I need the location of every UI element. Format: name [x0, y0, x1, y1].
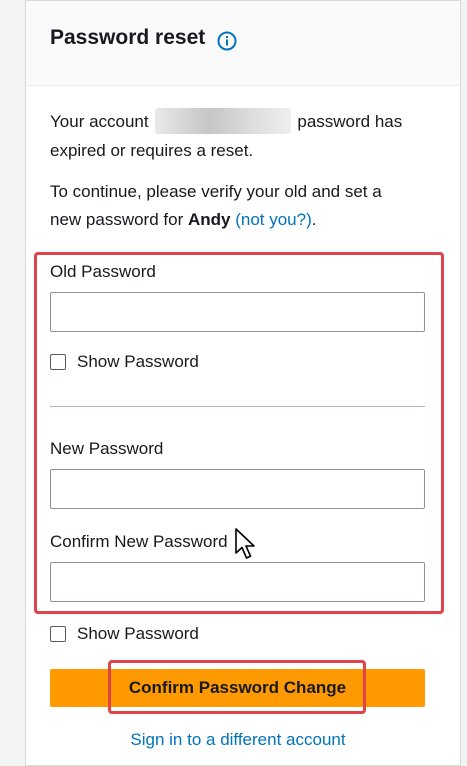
card-header: Password reset	[26, 1, 460, 86]
redacted-account-id	[155, 107, 292, 134]
show-password-label: Show Password	[77, 624, 199, 643]
page: Password reset Your account password has…	[0, 0, 467, 766]
intro-line-1-suffix: password has	[297, 112, 403, 131]
checkbox-box[interactable]	[50, 626, 66, 642]
intro-line-3: To continue, please verify your old and …	[50, 182, 382, 201]
intro-line-2: expired or requires a reset.	[50, 141, 254, 160]
divider	[50, 406, 425, 407]
old-password-label: Old Password	[50, 262, 156, 281]
info-circle-icon[interactable]	[217, 31, 237, 51]
old-password-input[interactable]	[50, 292, 425, 332]
not-you-link[interactable]: (not you?)	[235, 210, 312, 229]
confirm-new-password-label: Confirm New Password	[50, 532, 228, 551]
show-password-checkbox-old[interactable]: Show Password	[50, 352, 199, 372]
intro-line-1: Your account password has	[50, 107, 403, 135]
confirm-password-change-button[interactable]: Confirm Password Change	[50, 669, 425, 707]
new-password-label: New Password	[50, 439, 164, 458]
show-password-checkbox-new[interactable]: Show Password	[50, 624, 199, 644]
intro-line-4-suffix: .	[311, 210, 317, 229]
password-reset-card: Password reset Your account password has…	[25, 0, 461, 766]
username: Andy	[187, 210, 231, 229]
new-password-input[interactable]	[50, 469, 425, 509]
checkbox-box[interactable]	[50, 354, 66, 370]
page-title: Password reset	[50, 26, 206, 49]
intro-line-4: new password for Andy (not you?).	[50, 206, 316, 233]
sign-in-different-account-link[interactable]: Sign in to a different account	[26, 730, 450, 750]
intro-line-1-prefix: Your account	[50, 112, 149, 131]
confirm-new-password-input[interactable]	[50, 562, 425, 602]
intro-line-4-prefix: new password for	[50, 210, 184, 229]
show-password-label: Show Password	[77, 352, 199, 371]
